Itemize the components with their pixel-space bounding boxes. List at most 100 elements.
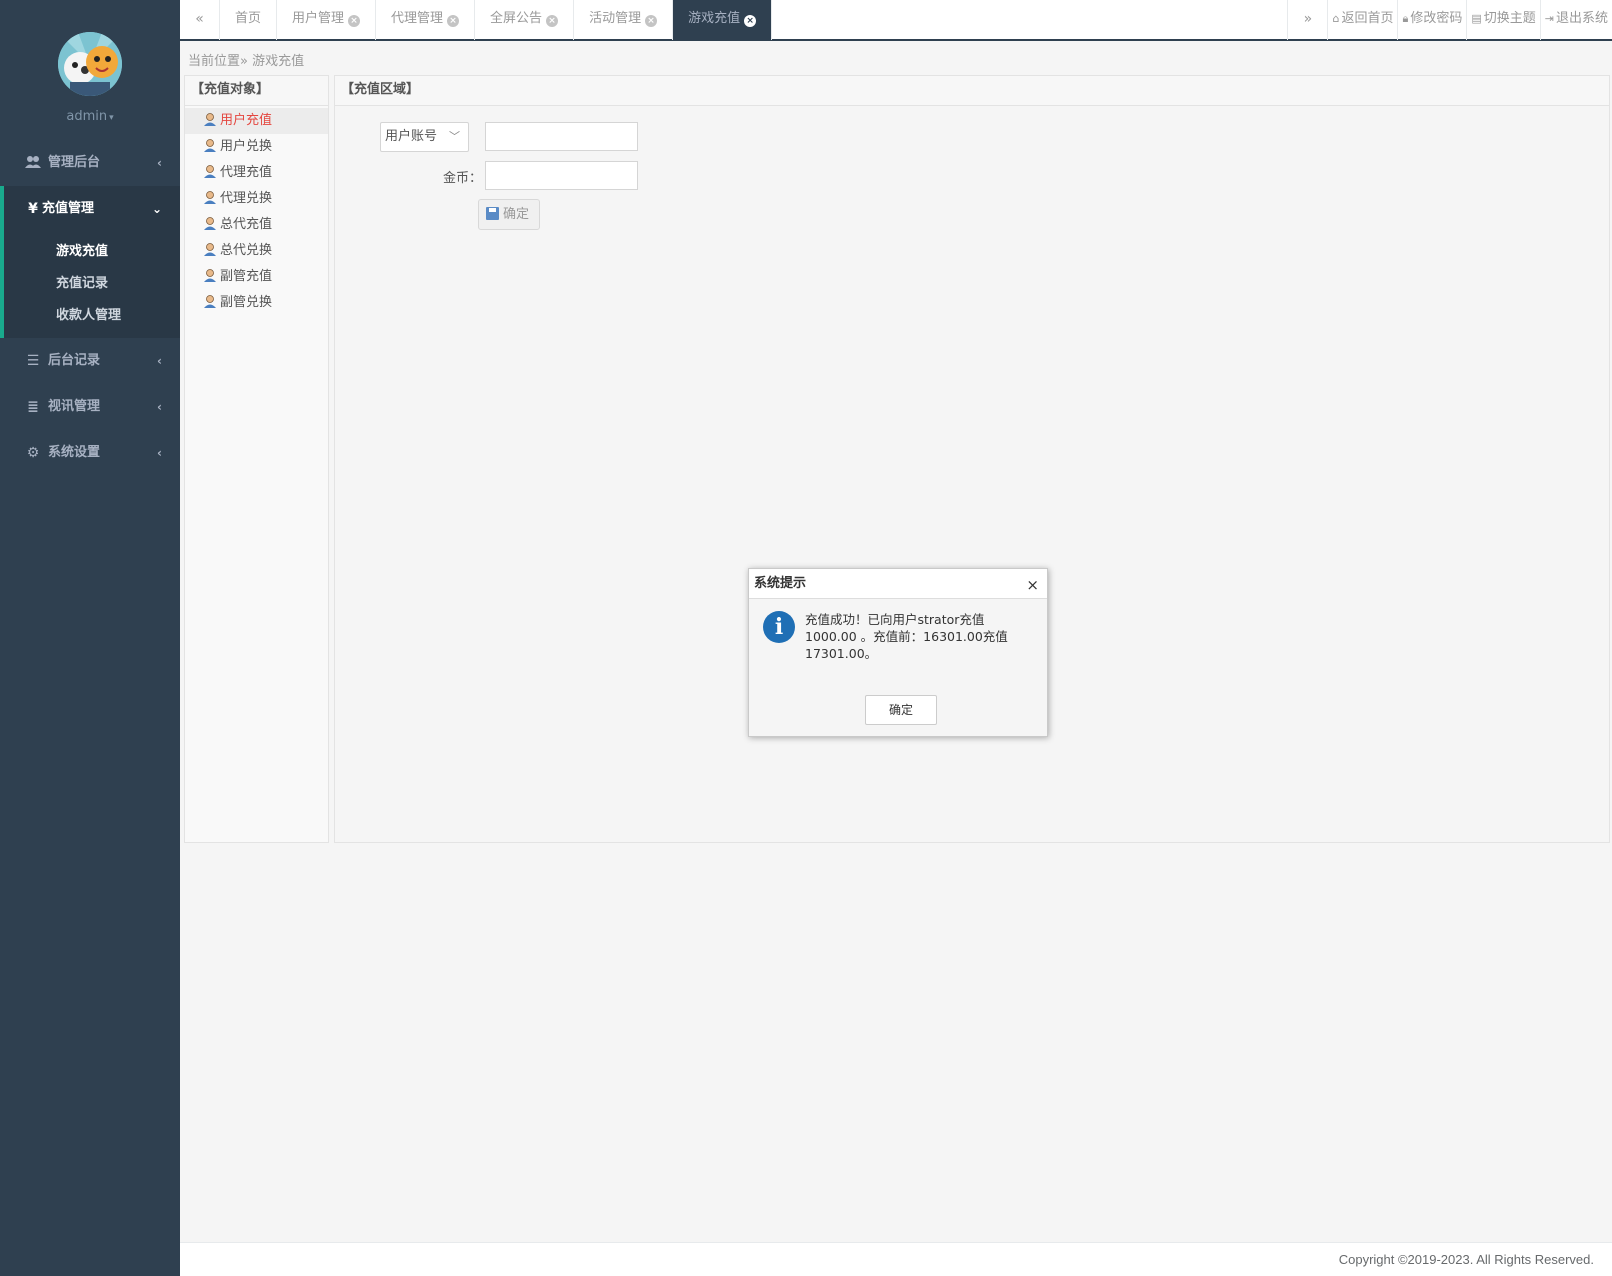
theme-icon: ▤ [1471, 12, 1482, 25]
users-icon [24, 140, 42, 186]
sidebar: admin ▾ 管理后台 ‹ ¥ 充值管理 ⌄ 游戏充值 充值记录 收款人管理 ☰… [0, 0, 180, 1276]
object-item-label: 代理兑换 [220, 191, 273, 206]
object-item-agent-recharge[interactable]: 代理充值 [185, 160, 328, 186]
user-icon [203, 162, 217, 178]
tab-label: 代理管理 [391, 11, 444, 26]
tab-fullscreen-notice[interactable]: 全屏公告 × [475, 0, 575, 40]
sidebar-subitem-payee-management[interactable]: 收款人管理 [4, 300, 180, 332]
tab-agent-management[interactable]: 代理管理 × [376, 0, 476, 40]
user-icon [203, 266, 217, 282]
user-menu[interactable]: admin ▾ [0, 109, 180, 124]
username-label: admin [66, 109, 108, 124]
sidebar-nav: 管理后台 ‹ ¥ 充值管理 ⌄ 游戏充值 充值记录 收款人管理 ☰ 后台记录 ‹… [0, 140, 180, 476]
breadcrumb: 当前位置» 游戏充值 [188, 50, 304, 69]
object-item-label: 代理充值 [220, 165, 273, 180]
indent-icon: ≣ [27, 399, 39, 415]
tab-game-recharge[interactable]: 游戏充值 × [673, 0, 773, 40]
lock-icon: 🔒︎ [1402, 12, 1409, 25]
dialog-message: 充值成功！已向用户strator充值 1000.00 。充值前：16301.00… [805, 612, 1008, 661]
gears-icon: ⚙ [26, 445, 40, 461]
object-item-user-exchange[interactable]: 用户兑换 [185, 134, 328, 160]
object-item-label: 总代兑换 [220, 243, 273, 258]
account-type-value: 用户账号 [385, 129, 438, 144]
topbar-actions: » ⌂ 返回首页 🔒︎ 修改密码 ▤ 切换主题 ⇥ 退出系统 [1287, 0, 1612, 40]
recharge-object-panel: 【充值对象】 用户充值 用户兑换 代理充值 代理兑换 总代充值 总代兑换 副管充… [184, 75, 329, 843]
sidebar-item-label: 管理后台 [48, 155, 101, 170]
object-item-general-agent-exchange[interactable]: 总代兑换 [185, 238, 328, 264]
gold-label: 金币： [443, 171, 483, 186]
tab-label: 全屏公告 [490, 11, 543, 26]
tab-label: 用户管理 [292, 11, 345, 26]
dialog-ok-button[interactable]: 确定 [865, 695, 937, 725]
sidebar-item-label: 充值管理 [42, 201, 95, 216]
sidebar-item-video[interactable]: ≣ 视讯管理 ‹ [0, 384, 180, 430]
user-icon [203, 214, 217, 230]
footer: Copyright ©2019-2023. All Rights Reserve… [180, 1242, 1612, 1276]
sidebar-item-settings[interactable]: ⚙ 系统设置 ‹ [0, 430, 180, 476]
sidebar-item-label: 后台记录 [48, 353, 101, 368]
close-icon[interactable]: × [546, 15, 559, 27]
object-item-label: 用户充值 [220, 113, 273, 128]
tab-activity-management[interactable]: 活动管理 × [574, 0, 674, 40]
object-item-label: 用户兑换 [220, 139, 273, 154]
user-icon [203, 136, 217, 152]
object-item-user-recharge[interactable]: 用户充值 [185, 108, 328, 134]
switch-theme-label: 切换主题 [1483, 11, 1536, 26]
avatar[interactable] [58, 32, 122, 96]
account-input[interactable] [485, 122, 638, 151]
return-home-label: 返回首页 [1341, 11, 1394, 26]
change-password-button[interactable]: 🔒︎ 修改密码 [1397, 0, 1466, 40]
list-icon: ☰ [26, 353, 40, 369]
breadcrumb-current: 游戏充值 [252, 54, 305, 69]
submit-recharge-button[interactable]: 确定 [478, 199, 540, 230]
object-item-agent-exchange[interactable]: 代理兑换 [185, 186, 328, 212]
close-icon[interactable]: × [348, 15, 361, 27]
sidebar-item-admin[interactable]: 管理后台 ‹ [0, 140, 180, 186]
dialog-title-text: 系统提示 [754, 576, 807, 591]
yen-icon: ¥ [28, 201, 38, 217]
object-item-label: 总代充值 [220, 217, 273, 232]
avatar-image [58, 32, 122, 96]
close-icon[interactable]: × [645, 15, 658, 27]
chevron-left-icon: ‹ [157, 354, 162, 368]
submit-recharge-label: 确定 [503, 207, 530, 222]
tab-user-management[interactable]: 用户管理 × [277, 0, 377, 40]
logout-button[interactable]: ⇥ 退出系统 [1539, 0, 1612, 40]
sidebar-item-recharge[interactable]: ¥ 充值管理 ⌄ [0, 186, 180, 232]
info-icon: i [763, 611, 795, 643]
sidebar-subitem-recharge-records[interactable]: 充值记录 [4, 268, 180, 300]
sidebar-item-label: 视讯管理 [48, 399, 101, 414]
change-password-label: 修改密码 [1410, 11, 1463, 26]
caret-down-icon: ▾ [109, 113, 114, 123]
object-item-label: 副管兑换 [220, 295, 273, 310]
tab-label: 活动管理 [589, 11, 642, 26]
tab-bar: « 首页 用户管理 × 代理管理 × 全屏公告 × 活动管理 × 游戏充值 × » ⌂ 返回… [180, 0, 1612, 41]
tabs: 首页 用户管理 × 代理管理 × 全屏公告 × 活动管理 × 游戏充值 × [220, 0, 773, 40]
home-icon: ⌂ [1332, 12, 1340, 25]
account-type-select[interactable]: 用户账号 ﹀ [380, 122, 469, 152]
tab-label: 首页 [235, 11, 262, 26]
sidebar-subitem-game-recharge[interactable]: 游戏充值 [4, 236, 180, 268]
switch-theme-button[interactable]: ▤ 切换主题 [1466, 0, 1539, 40]
system-alert-dialog: 系统提示 × i 充值成功！已向用户strator充值 1000.00 。充值前… [748, 568, 1048, 737]
object-item-deputy-recharge[interactable]: 副管充值 [185, 264, 328, 290]
tab-home[interactable]: 首页 [220, 0, 278, 40]
breadcrumb-prefix: 当前位置» [188, 54, 248, 69]
chevron-left-icon: ‹ [157, 400, 162, 414]
tab-label: 游戏充值 [688, 11, 741, 26]
user-icon [203, 240, 217, 256]
sidebar-submenu-recharge: 游戏充值 充值记录 收款人管理 [0, 232, 180, 338]
sidebar-item-logs[interactable]: ☰ 后台记录 ‹ [0, 338, 180, 384]
close-icon[interactable]: × [447, 15, 460, 27]
gold-input[interactable] [485, 161, 638, 190]
tabs-scroll-left-button[interactable]: « [180, 0, 220, 40]
tabs-scroll-right-button[interactable]: » [1287, 0, 1327, 40]
dialog-title: 系统提示 [749, 569, 1047, 599]
close-icon[interactable]: × [744, 15, 757, 27]
dialog-close-button[interactable]: × [1026, 569, 1039, 601]
recharge-area-title: 【充值区域】 [335, 76, 1609, 106]
user-icon [203, 188, 217, 204]
return-home-button[interactable]: ⌂ 返回首页 [1327, 0, 1397, 40]
object-item-general-agent-recharge[interactable]: 总代充值 [185, 212, 328, 238]
object-item-deputy-exchange[interactable]: 副管兑换 [185, 290, 328, 316]
